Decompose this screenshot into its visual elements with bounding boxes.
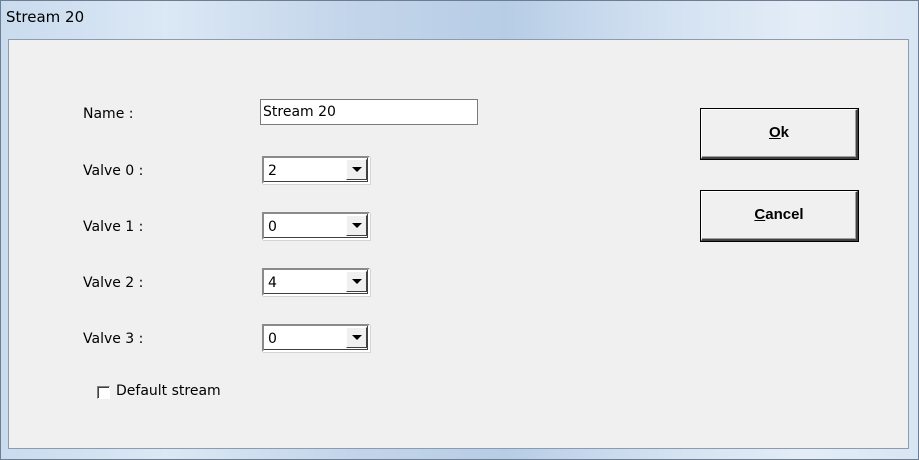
- valve-3-value: 0: [268, 331, 277, 347]
- valve-1-select[interactable]: 0: [262, 212, 370, 240]
- valve-3-select[interactable]: 0: [262, 324, 370, 352]
- valve-0-label: Valve 0 :: [83, 163, 144, 179]
- ok-label-rest: k: [780, 124, 789, 141]
- cancel-button[interactable]: Cancel: [701, 191, 858, 241]
- valve-2-dropdown-button[interactable]: [346, 271, 367, 292]
- valve-0-select[interactable]: 2: [262, 156, 370, 184]
- valve-1-value: 0: [268, 219, 277, 235]
- default-stream-checkbox[interactable]: [97, 386, 110, 399]
- chevron-down-icon: [352, 223, 362, 228]
- valve-0-dropdown-button[interactable]: [346, 159, 367, 180]
- valve-1-dropdown-button[interactable]: [346, 215, 367, 236]
- name-label: Name :: [83, 106, 134, 122]
- default-stream-label[interactable]: Default stream: [116, 383, 221, 399]
- valve-2-select[interactable]: 4: [262, 268, 370, 296]
- name-input[interactable]: [260, 99, 478, 125]
- valve-2-value: 4: [268, 275, 277, 291]
- valve-3-label: Valve 3 :: [83, 331, 144, 347]
- cancel-label-rest: ancel: [765, 206, 804, 223]
- chevron-down-icon: [352, 335, 362, 340]
- dialog-body: Name : Valve 0 : 2 Valve 1 : 0 Valve 2 :…: [8, 39, 909, 449]
- ok-mnemonic: O: [768, 124, 781, 141]
- cancel-mnemonic: C: [754, 206, 766, 223]
- dialog-window: Stream 20 Name : Valve 0 : 2 Valve 1 : 0…: [0, 0, 919, 460]
- valve-1-label: Valve 1 :: [83, 219, 144, 235]
- chevron-down-icon: [352, 279, 362, 284]
- valve-2-label: Valve 2 :: [83, 275, 144, 291]
- ok-button[interactable]: Ok: [701, 109, 858, 159]
- window-title: Stream 20: [6, 8, 85, 26]
- valve-3-dropdown-button[interactable]: [346, 327, 367, 348]
- valve-0-value: 2: [268, 163, 277, 179]
- chevron-down-icon: [352, 167, 362, 172]
